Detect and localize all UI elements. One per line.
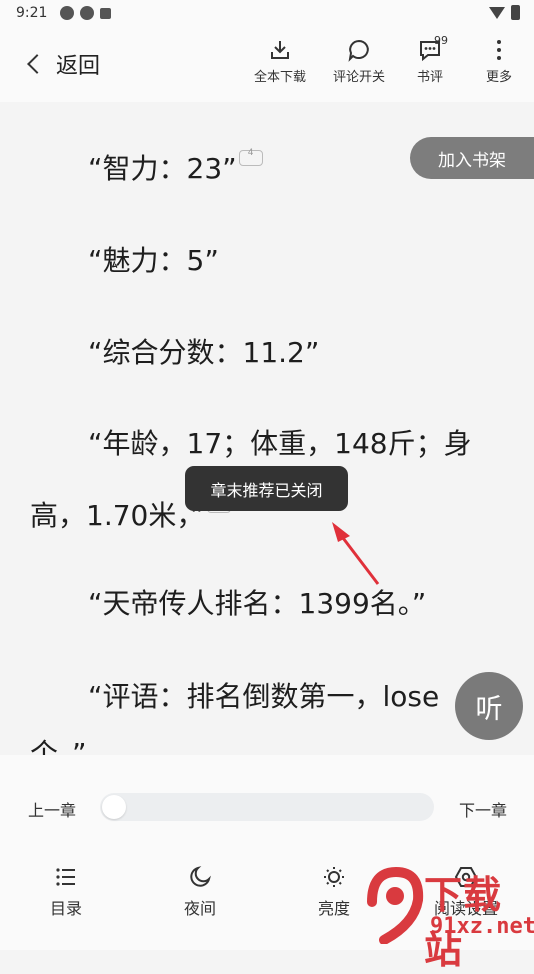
comment-toggle-label: 评论开关 — [332, 70, 385, 85]
list-icon — [56, 868, 75, 886]
reader-toolbar: 返回 全本下载 评论开关 99 书评 更多 — [0, 28, 534, 102]
toast-message: 章末推荐已关闭 — [185, 466, 348, 511]
night-mode-label: 夜间 — [183, 899, 216, 918]
comment-count: 4 — [247, 148, 254, 158]
app-notification-icon — [100, 8, 111, 19]
brightness-icon — [324, 867, 344, 887]
chevron-left-icon — [27, 54, 47, 74]
toc-label: 目录 — [49, 899, 82, 918]
watermark-logo-icon — [367, 866, 424, 944]
notification-icons — [60, 6, 111, 20]
app-notification-icon — [60, 6, 74, 20]
status-time: 9:21 — [16, 5, 48, 21]
book-review-label: 书评 — [416, 70, 443, 85]
status-right — [489, 5, 520, 20]
back-button[interactable]: 返回 — [26, 48, 100, 80]
moon-icon — [190, 866, 211, 887]
comment-toggle-button[interactable]: 评论开关 — [327, 38, 391, 85]
chapter-progress-slider[interactable] — [100, 793, 434, 821]
download-all-label: 全本下载 — [253, 70, 306, 85]
app-notification-icon — [80, 6, 94, 20]
text-paragraph: “评语：排名倒数第一，lose — [88, 680, 440, 713]
site-watermark: 下载站 91xz.net — [360, 858, 534, 972]
text-paragraph: 个。” — [30, 737, 87, 755]
add-to-shelf-button[interactable]: 加入书架 — [410, 137, 534, 179]
text-paragraph: “智力：23” 4 — [88, 147, 263, 187]
watermark-url: 91xz.net — [430, 914, 534, 939]
review-count-badge: 99 — [434, 34, 448, 47]
comment-icon — [348, 39, 369, 62]
night-mode-button[interactable]: 夜间 — [160, 865, 240, 919]
download-all-button[interactable]: 全本下载 — [248, 38, 312, 85]
download-icon — [271, 41, 289, 59]
prev-chapter-button[interactable]: 上一章 — [28, 797, 76, 821]
status-bar: 9:21 — [0, 0, 534, 28]
reading-area[interactable]: “智力：23” 4 “魅力：5” “综合分数：11.2” “年龄，17；体重，14… — [0, 102, 534, 755]
paragraph-text: “智力：23” — [88, 152, 237, 185]
next-chapter-button[interactable]: 下一章 — [459, 797, 507, 821]
annotation-arrow-icon — [332, 522, 380, 585]
battery-icon — [511, 5, 520, 20]
more-vertical-icon — [497, 40, 501, 60]
wifi-icon — [489, 6, 505, 19]
toc-button[interactable]: 目录 — [26, 865, 106, 919]
book-review-button[interactable]: 99 书评 — [398, 34, 462, 85]
slider-knob[interactable] — [102, 795, 126, 819]
more-button[interactable]: 更多 — [467, 38, 531, 85]
text-paragraph: “魅力：5” — [88, 244, 219, 277]
text-paragraph: “综合分数：11.2” — [88, 336, 320, 369]
more-label: 更多 — [485, 70, 512, 85]
text-paragraph: “年龄，17；体重，148斤；身 — [88, 427, 472, 460]
paragraph-comment-icon[interactable]: 4 — [238, 148, 263, 166]
paragraph-text: 高，1.70米，” — [30, 499, 205, 532]
listen-button[interactable]: 听 — [455, 672, 523, 740]
back-label: 返回 — [56, 54, 101, 79]
